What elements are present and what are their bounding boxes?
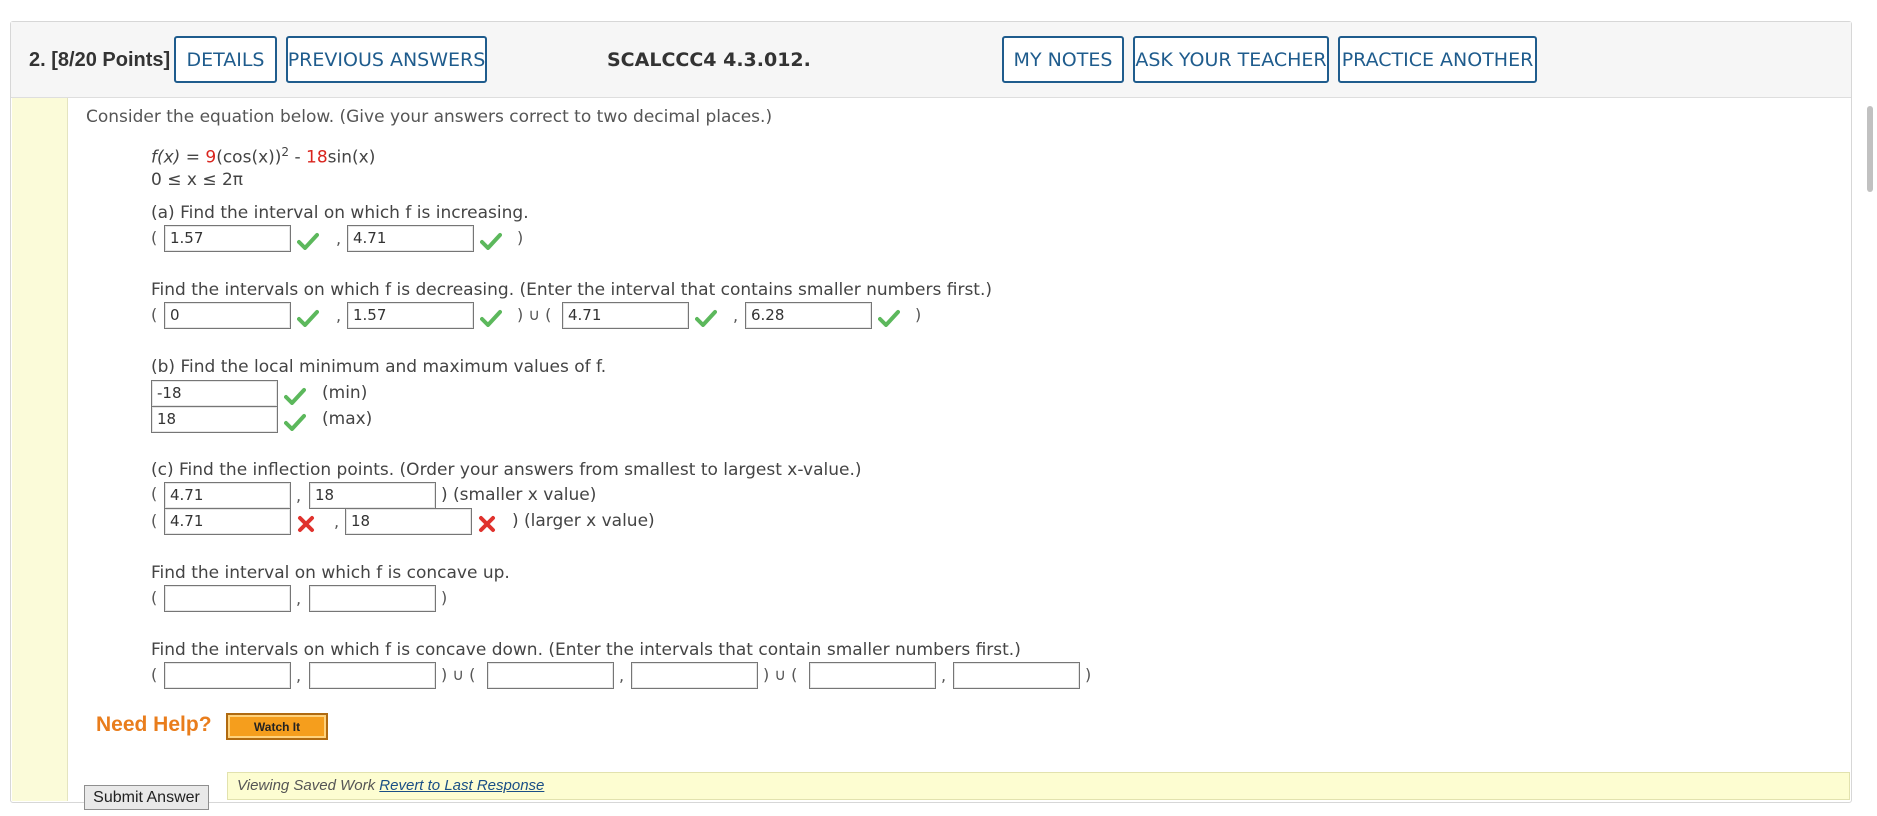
incorrect-x-icon bbox=[298, 516, 314, 532]
increasing-prompt: (a) Find the interval on which f is incr… bbox=[151, 203, 529, 223]
details-button[interactable]: DETAILS bbox=[174, 36, 277, 83]
inflection-1-x-input[interactable]: 4.71 bbox=[164, 482, 291, 509]
decreasing-1-start-input[interactable]: 0 bbox=[164, 302, 291, 329]
comma: , bbox=[334, 512, 340, 531]
comma: , bbox=[941, 666, 947, 685]
equation-equals: = bbox=[180, 147, 206, 168]
ask-your-teacher-button[interactable]: ASK YOUR TEACHER bbox=[1133, 36, 1329, 83]
paren-open: ( bbox=[151, 511, 158, 530]
union-separator: ) ∪ ( bbox=[517, 305, 552, 324]
paren-close: ) bbox=[1085, 665, 1092, 684]
inflection-2-x-input[interactable]: 4.71 bbox=[164, 508, 291, 535]
question-id: SCALCCC4 4.3.012. bbox=[607, 49, 811, 71]
concave-down-1-end-input[interactable] bbox=[309, 662, 436, 689]
paren-close: ) bbox=[441, 588, 448, 607]
paren-close: ) bbox=[517, 228, 524, 247]
saved-work-banner: Viewing Saved Work Revert to Last Respon… bbox=[227, 772, 1850, 800]
decreasing-prompt: Find the intervals on which f is decreas… bbox=[151, 280, 993, 300]
equation-coefficient-1: 9 bbox=[205, 147, 217, 168]
points-label: [8/20 Points] bbox=[51, 49, 171, 71]
saved-work-text: Viewing Saved Work Revert to Last Respon… bbox=[237, 777, 544, 794]
equation: f(x) = 9(cos(x))2 - 18sin(x) bbox=[151, 145, 375, 168]
min-label: (min) bbox=[322, 383, 368, 403]
union-separator: ) ∪ ( bbox=[763, 665, 798, 684]
scrollbar-thumb[interactable] bbox=[1867, 106, 1873, 192]
increasing-start-input[interactable]: 1.57 bbox=[164, 225, 291, 252]
previous-answers-button[interactable]: PREVIOUS ANSWERS bbox=[286, 36, 487, 83]
increasing-end-input[interactable]: 4.71 bbox=[347, 225, 474, 252]
question-side-stripe bbox=[12, 98, 68, 801]
paren-open: ( bbox=[151, 665, 158, 684]
question-number: 2. bbox=[29, 49, 46, 71]
concave-down-prompt: Find the intervals on which f is concave… bbox=[151, 640, 1021, 660]
equation-minus: - bbox=[289, 147, 306, 168]
concave-down-3-end-input[interactable] bbox=[953, 662, 1080, 689]
check-icon bbox=[297, 233, 319, 250]
check-icon bbox=[878, 310, 900, 327]
comma: , bbox=[619, 666, 625, 685]
paren-open: ( bbox=[151, 228, 158, 247]
comma: , bbox=[296, 486, 302, 505]
check-icon bbox=[480, 233, 502, 250]
check-icon bbox=[284, 414, 306, 431]
inflection-prompt: (c) Find the inflection points. (Order y… bbox=[151, 460, 862, 480]
practice-another-button[interactable]: PRACTICE ANOTHER bbox=[1338, 36, 1537, 83]
equation-cos-term: (cos(x)) bbox=[216, 147, 282, 168]
concave-up-start-input[interactable] bbox=[164, 585, 291, 612]
equation-domain: 0 ≤ x ≤ 2π bbox=[151, 170, 244, 190]
equation-fx: f(x) bbox=[151, 147, 181, 168]
paren-open: ( bbox=[151, 484, 158, 503]
check-icon bbox=[284, 388, 306, 405]
concave-down-3-start-input[interactable] bbox=[809, 662, 936, 689]
equation-exponent: 2 bbox=[281, 145, 290, 159]
question-header: 2. [8/20 Points] DETAILS PREVIOUS ANSWER… bbox=[11, 22, 1851, 98]
submit-answer-button[interactable]: Submit Answer bbox=[84, 785, 209, 810]
revert-link[interactable]: Revert to Last Response bbox=[379, 777, 544, 794]
concave-down-1-start-input[interactable] bbox=[164, 662, 291, 689]
need-help-label: Need Help? bbox=[96, 713, 212, 736]
comma: , bbox=[336, 229, 342, 248]
concave-up-prompt: Find the interval on which f is concave … bbox=[151, 563, 510, 583]
concave-down-2-end-input[interactable] bbox=[631, 662, 758, 689]
check-icon bbox=[695, 310, 717, 327]
comma: , bbox=[296, 666, 302, 685]
local-max-input[interactable]: 18 bbox=[151, 406, 278, 433]
inflection-1-y-input[interactable]: 18 bbox=[309, 482, 436, 509]
local-min-input[interactable]: -18 bbox=[151, 380, 278, 407]
paren-open: ( bbox=[151, 588, 158, 607]
concave-up-end-input[interactable] bbox=[309, 585, 436, 612]
paren-close: ) bbox=[915, 305, 922, 324]
question-points: 2. [8/20 Points] bbox=[29, 49, 170, 72]
comma: , bbox=[336, 306, 342, 325]
incorrect-x-icon bbox=[479, 516, 495, 532]
decreasing-2-start-input[interactable]: 4.71 bbox=[562, 302, 689, 329]
paren-open: ( bbox=[151, 305, 158, 324]
check-icon bbox=[297, 310, 319, 327]
decreasing-2-end-input[interactable]: 6.28 bbox=[745, 302, 872, 329]
equation-coefficient-2: 18 bbox=[306, 147, 328, 168]
concave-down-2-start-input[interactable] bbox=[487, 662, 614, 689]
question-intro: Consider the equation below. (Give your … bbox=[86, 107, 773, 127]
comma: , bbox=[296, 589, 302, 608]
check-icon bbox=[480, 310, 502, 327]
watch-it-button[interactable]: Watch It bbox=[226, 713, 328, 740]
union-separator: ) ∪ ( bbox=[441, 665, 476, 684]
saved-work-label: Viewing Saved Work bbox=[237, 777, 380, 794]
max-label: (max) bbox=[322, 409, 373, 429]
my-notes-button[interactable]: MY NOTES bbox=[1002, 36, 1124, 83]
decreasing-1-end-input[interactable]: 1.57 bbox=[347, 302, 474, 329]
equation-sin-term: sin(x) bbox=[327, 147, 376, 168]
smaller-x-label: ) (smaller x value) bbox=[441, 485, 597, 505]
extrema-prompt: (b) Find the local minimum and maximum v… bbox=[151, 357, 607, 377]
inflection-2-y-input[interactable]: 18 bbox=[345, 508, 472, 535]
comma: , bbox=[733, 306, 739, 325]
larger-x-label: ) (larger x value) bbox=[512, 511, 655, 531]
